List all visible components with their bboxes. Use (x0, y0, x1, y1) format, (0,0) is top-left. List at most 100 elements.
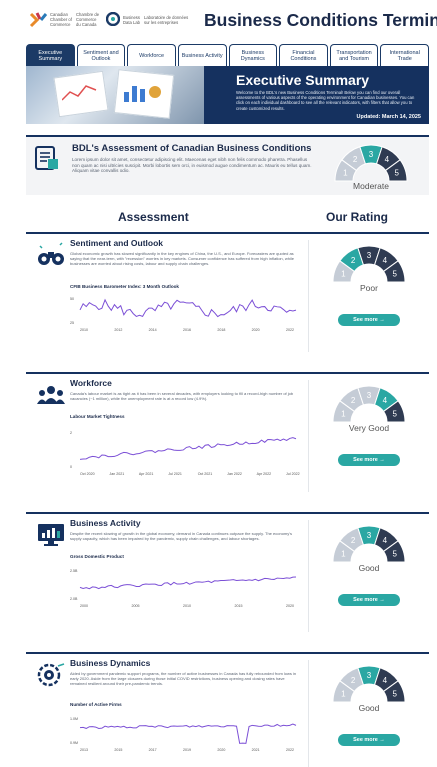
gauge-segment-number: 4 (385, 155, 390, 164)
x-tick-label: 2013 (80, 748, 88, 752)
bdl-logo-fr: Laboratoire de données sur les entreprise… (144, 15, 189, 25)
y-tick-label: 2 (70, 431, 72, 435)
rating-label: Good (358, 563, 380, 573)
page: Canadian Chamber of Commerce Chambre de Com… (0, 0, 437, 767)
card-text: Despite the recent slowing of growth in … (70, 531, 293, 541)
x-tick-label: Apr 2022 (257, 472, 272, 476)
gauge-segment-number: 4 (383, 676, 388, 685)
gauge-segment-number: 1 (341, 690, 346, 699)
gear-clock-icon (37, 663, 65, 687)
series-line (79, 437, 297, 460)
gauge-segment-number: 5 (392, 550, 397, 559)
document-report-icon (35, 146, 58, 170)
see-more-button[interactable]: See more → (338, 734, 400, 746)
x-tick-label: Jan 2022 (227, 472, 242, 476)
y-tick-label: 2.5B (70, 569, 78, 573)
bdl-assessment-panel: BDL's Assessment of Canadian Business Co… (26, 135, 429, 195)
gauge-segment-number: 2 (351, 256, 356, 265)
tab-workforce[interactable]: Workforce (127, 44, 176, 66)
see-more-button[interactable]: See more → (338, 314, 400, 326)
chart-title: Gross Domestic Product (70, 554, 124, 559)
chamber-logo-en: Canadian Chamber of Commerce (50, 12, 72, 27)
card-title: Workforce (70, 378, 112, 388)
x-tick-label: 2020 (252, 328, 260, 332)
gauge-segment-number: 1 (341, 410, 346, 419)
hero-banner: Executive Summary Welcome to the BDL's n… (26, 66, 429, 124)
tab-sentiment-outlook[interactable]: Sentiment and Outlook (76, 44, 126, 66)
see-more-button[interactable]: See more → (338, 594, 400, 606)
card-workforce: Workforce Canada's labour market is as t… (26, 372, 429, 500)
gauge-segment-number: 1 (343, 169, 348, 178)
x-tick-label: 2005 (132, 604, 140, 608)
x-tick-label: Apr 2021 (139, 472, 154, 476)
y-tick-label: 0 (70, 465, 72, 469)
gauge-segment-number: 2 (351, 676, 356, 685)
gauge-segment-number: 2 (351, 536, 356, 545)
x-tick-label: 2020 (286, 604, 294, 608)
line-chart: 2 0 Oct 2020 Jan 2021 Apr 2021 Jul 2021 Oct 20… (70, 426, 300, 476)
tab-executive-summary[interactable]: Executive Summary (26, 44, 75, 66)
y-tick-label: 50 (70, 297, 74, 301)
gauge-segment-number: 4 (383, 396, 388, 405)
card-text: Aided by government pandemic support pro… (70, 671, 297, 686)
people-group-icon (37, 386, 65, 404)
x-tick-label: 2010 (183, 604, 191, 608)
rating-label: Good (358, 703, 380, 713)
hero-updated: Updated: March 14, 2025 (356, 114, 422, 120)
series-line (79, 723, 297, 744)
gauge-segment-number: 1 (341, 550, 346, 559)
x-tick-label: 2017 (149, 748, 157, 752)
x-tick-label: 2022 (286, 748, 294, 752)
line-chart: 50 25 2010 2012 2014 2016 2018 2020 2022 (70, 292, 300, 332)
card-title: Business Dynamics (70, 658, 151, 668)
hero-text: Welcome to the BDL's new Business Condit… (236, 90, 415, 111)
y-tick-label: 0.9M (70, 741, 78, 745)
chart-title: Labour Market Tightness (70, 414, 125, 419)
rating-gauge: 12 3 45 Poor (328, 240, 410, 296)
tab-financial-conditions[interactable]: Financial Conditions (279, 44, 328, 66)
gauge-segment-number: 2 (351, 396, 356, 405)
x-tick-label: 2018 (217, 328, 225, 332)
binoculars-icon (38, 242, 64, 265)
chart-title: Number of Active Firms (70, 702, 122, 707)
header: Canadian Chamber of Commerce Chambre de Com… (0, 0, 437, 44)
gauge-segment-number: 3 (367, 531, 372, 540)
gauge-segment-number: 5 (392, 270, 397, 279)
rating-gauge: 12 3 45 Good (328, 660, 410, 716)
chamber-logo-fr: Chambre de Commerce du Canada (76, 12, 100, 27)
x-tick-label: Oct 2021 (198, 472, 213, 476)
line-chart: 2.5B 2.0B 2000 2005 2010 2015 2020 (70, 564, 300, 608)
tab-business-activity[interactable]: Business Activity (177, 44, 227, 66)
see-more-button[interactable]: See more → (338, 454, 400, 466)
x-tick-label: 2000 (80, 604, 88, 608)
x-tick-label: Jul 2021 (168, 472, 182, 476)
assessment-heading: Assessment (118, 210, 189, 224)
rating-label: Very Good (348, 423, 390, 433)
x-tick-label: 2015 (235, 604, 243, 608)
y-tick-label: 1.0M (70, 717, 78, 721)
x-tick-label: Oct 2020 (80, 472, 95, 476)
tab-transportation-tourism[interactable]: Transportation and Tourism (329, 44, 379, 66)
line-chart: 1.0M 0.9M 2013 2015 2017 2019 2020 2021 2022 (70, 712, 300, 752)
x-tick-label: 2020 (217, 748, 225, 752)
card-title: Business Activity (70, 518, 141, 528)
tab-business-dynamics[interactable]: Business Dynamics (228, 44, 278, 66)
gauge-segment-number: 5 (392, 690, 397, 699)
bdl-rating-gauge: 12 3 45 Moderate (330, 139, 412, 195)
series-line (79, 298, 297, 318)
x-tick-label: 2019 (183, 748, 191, 752)
rating-label: Poor (360, 283, 378, 293)
bdl-rating-label: Moderate (353, 181, 389, 191)
x-tick-label: Jul 2022 (286, 472, 300, 476)
bdl-text: Lorem ipsum dolor sit amet, consectetur … (72, 157, 312, 174)
gauge-segment-number: 1 (341, 270, 346, 279)
chart-title: CFIB Business Barometer Index: 3 Month O… (70, 284, 179, 289)
card-sentiment-outlook: Sentiment and Outlook Global economic gr… (26, 232, 429, 360)
gauge-segment-number: 3 (367, 251, 372, 260)
tab-international-trade[interactable]: International Trade (380, 44, 429, 66)
series-line (79, 576, 297, 590)
x-tick-label: 2010 (80, 328, 88, 332)
x-tick-label: 2012 (114, 328, 122, 332)
gauge-segment-number: 4 (383, 536, 388, 545)
monitor-chart-icon (38, 524, 64, 546)
